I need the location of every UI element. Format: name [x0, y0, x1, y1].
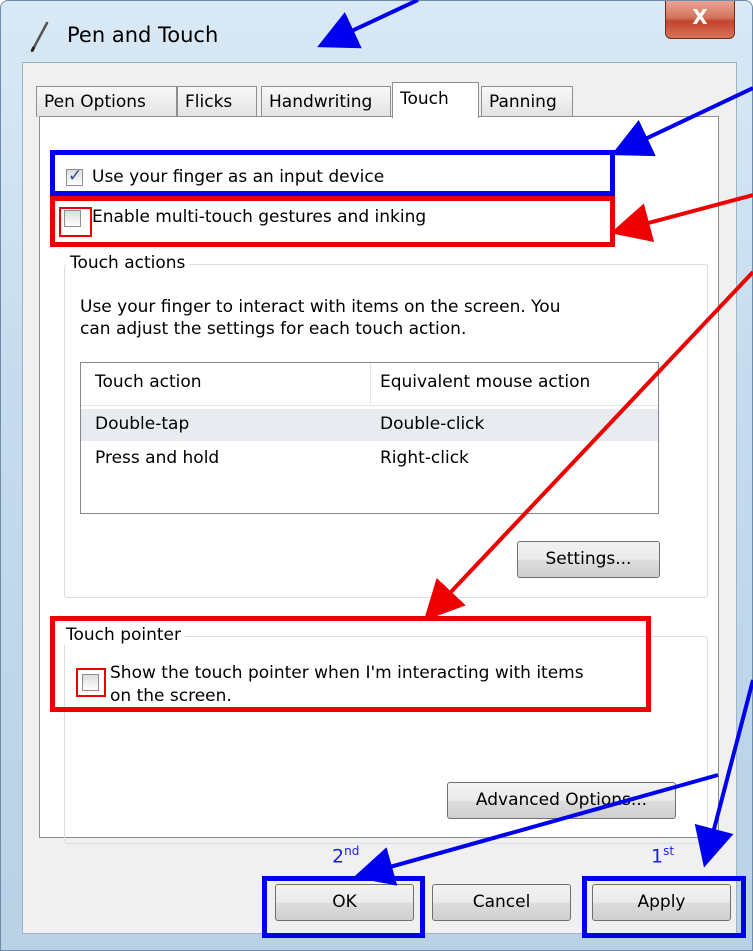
annotation-box-apply [582, 876, 746, 938]
row-touch-action: Double-tap [95, 414, 190, 434]
advanced-options-button[interactable]: Advanced Options... [447, 782, 676, 819]
annotation-box-touch-pointer [50, 616, 651, 712]
column-touch-action[interactable]: Touch action [95, 372, 202, 392]
tab-touch[interactable]: Touch [392, 82, 479, 118]
touch-actions-description-2: can adjust the settings for each touch a… [80, 319, 467, 339]
window-title: Pen and Touch [67, 23, 219, 47]
row-mouse-action: Right-click [380, 448, 469, 468]
column-separator[interactable] [370, 363, 371, 404]
close-icon: X [692, 5, 708, 29]
close-button[interactable]: X [665, 1, 735, 39]
tab-handwriting[interactable]: Handwriting [261, 86, 391, 117]
touch-actions-list[interactable]: Touch action Equivalent mouse action Dou… [80, 362, 659, 514]
list-header: Touch action Equivalent mouse action [81, 363, 658, 406]
tab-flicks[interactable]: Flicks [177, 86, 257, 117]
annotation-box-multitouch-check [59, 207, 92, 237]
column-mouse-action[interactable]: Equivalent mouse action [380, 372, 590, 392]
list-row-press-and-hold[interactable]: Press and hold Right-click [81, 443, 658, 475]
annotation-box-use-finger [50, 150, 615, 196]
touch-actions-title: Touch actions [66, 253, 190, 273]
annotation-first: 1st [651, 844, 675, 868]
tab-panning[interactable]: Panning [481, 86, 573, 117]
cancel-button[interactable]: Cancel [432, 884, 571, 921]
annotation-second: 2nd [332, 844, 360, 868]
row-mouse-action: Double-click [380, 414, 485, 434]
settings-button[interactable]: Settings... [517, 541, 660, 578]
list-row-double-tap[interactable]: Double-tap Double-click [81, 409, 658, 441]
annotation-box-pointer-check [76, 668, 106, 697]
title-bar[interactable]: Pen and Touch X [1, 1, 753, 71]
annotation-box-multitouch [50, 196, 615, 247]
touch-actions-description-1: Use your finger to interact with items o… [80, 297, 561, 317]
annotation-box-ok [262, 876, 425, 938]
tab-pen-options[interactable]: Pen Options [36, 86, 177, 117]
pen-icon [30, 21, 49, 53]
row-touch-action: Press and hold [95, 448, 220, 468]
